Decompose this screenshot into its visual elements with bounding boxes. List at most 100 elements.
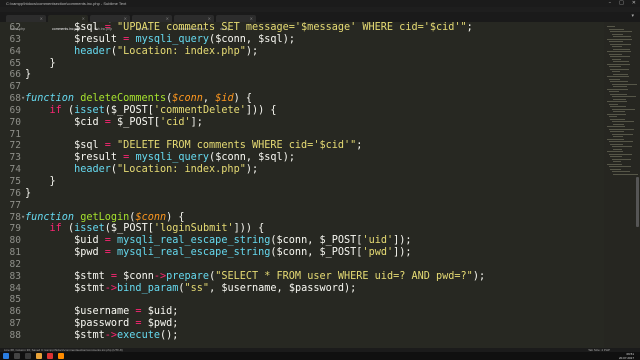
code-line[interactable]: 62 $sql = "UPDATE comments SET message='… — [0, 22, 604, 34]
line-number: 79 — [9, 223, 21, 235]
minimap-line — [613, 73, 628, 75]
minimap-line — [613, 36, 631, 37]
clock[interactable]: 09:51 20.07.2017 — [619, 352, 634, 360]
code-text: function deleteComments($conn, $id) { — [25, 93, 252, 105]
tab-close-icon[interactable]: × — [166, 15, 169, 22]
code-line[interactable]: 76} — [0, 188, 604, 200]
file-explorer-icon[interactable] — [36, 353, 42, 359]
minimap-line — [607, 151, 623, 152]
line-number: 71 — [9, 128, 21, 140]
code-line[interactable]: 85 — [0, 294, 604, 306]
sublime-text-icon[interactable] — [58, 353, 64, 359]
code-line[interactable]: 87 $password = $pwd; — [0, 318, 604, 330]
line-number: 64 — [9, 45, 21, 57]
code-line[interactable]: 68 ▾ function deleteComments($conn, $id) { — [0, 93, 604, 105]
code-text: header("Location: index.php"); — [74, 45, 259, 57]
minimap-line — [608, 78, 620, 80]
minimap-line — [607, 63, 630, 65]
browser-icon[interactable] — [47, 353, 53, 359]
minimap-line — [610, 31, 632, 32]
code-line[interactable]: 82 — [0, 259, 604, 271]
line-number: 81 — [9, 247, 21, 259]
code-line[interactable]: 70 $cid = $_POST['cid']; — [0, 117, 604, 129]
tab-3[interactable]: style.css × — [132, 15, 172, 31]
tab-2[interactable]: dbh.inc.php × — [90, 15, 130, 31]
code-text: } — [25, 69, 32, 81]
code-line[interactable]: 65 } — [0, 58, 604, 70]
code-line[interactable]: 84 $stmt->bind_param("ss", $username, $p… — [0, 283, 604, 295]
tab-bar: index.php × comments.inc.php × dbh.inc.php × s… — [0, 12, 640, 31]
minimap-line — [607, 163, 622, 165]
search-icon[interactable] — [14, 353, 20, 359]
minimap-line — [608, 116, 617, 117]
minimap-line — [611, 121, 634, 122]
window-title: C:\xampp\htdocs\commentsection\comments.… — [6, 1, 127, 6]
minimap-line — [607, 101, 627, 102]
minimap-line — [611, 33, 623, 35]
code-text: function getLogin($conn) { — [25, 211, 185, 223]
tab-1[interactable]: comments.inc.php × — [48, 15, 88, 31]
code-text: $result = mysqli_query($conn, $sql); — [74, 152, 295, 164]
line-number: 68 — [9, 93, 21, 105]
code-line[interactable]: 75 } — [0, 176, 604, 188]
tab-5[interactable]: db.sql × — [216, 15, 256, 31]
minimap-line — [608, 91, 619, 92]
windows-start-icon[interactable] — [3, 353, 9, 359]
line-number: 84 — [9, 282, 21, 294]
minimap-line — [610, 106, 626, 107]
minimize-button[interactable]: – — [609, 0, 612, 7]
tab-close-icon[interactable]: × — [124, 15, 127, 22]
tab-close-icon[interactable]: × — [40, 15, 43, 22]
minimap[interactable] — [604, 22, 640, 348]
minimap-line — [607, 113, 626, 115]
minimap-line — [611, 58, 621, 60]
minimap-line — [608, 141, 633, 142]
minimap-line — [610, 131, 624, 132]
code-text: $stmt->execute(); — [74, 329, 179, 341]
minimap-line — [607, 88, 628, 90]
code-line[interactable]: 64 header("Location: index.php"); — [0, 46, 604, 58]
code-line[interactable]: 77 — [0, 200, 604, 212]
tab-close-icon[interactable]: × — [208, 15, 211, 22]
code-line[interactable]: 83 $stmt = $conn->prepare("SELECT * FROM… — [0, 271, 604, 283]
code-line[interactable]: 73 $result = mysqli_query($conn, $sql); — [0, 152, 604, 164]
scrollbar-thumb[interactable] — [636, 177, 639, 227]
code-line[interactable]: 81 $pwd = mysqli_real_escape_string($con… — [0, 247, 604, 259]
minimap-line — [611, 158, 631, 160]
clock-date: 20.07.2017 — [618, 356, 634, 360]
tab-close-icon[interactable]: × — [250, 15, 253, 22]
code-line[interactable]: 86 $username = $uid; — [0, 306, 604, 318]
code-line[interactable]: 80 $uid = mysqli_real_escape_string($con… — [0, 235, 604, 247]
code-line[interactable]: 66} — [0, 69, 604, 81]
minimap-line — [610, 56, 630, 57]
code-line[interactable]: 67 — [0, 81, 604, 93]
code-line[interactable]: 63 $result = mysqli_query($conn, $sql); — [0, 34, 604, 46]
code-text: $result = mysqli_query($conn, $sql); — [74, 33, 295, 45]
code-editor[interactable]: 62 $sql = "UPDATE comments SET message='… — [0, 22, 604, 348]
line-number: 77 — [9, 199, 21, 211]
tab-4[interactable]: editcomment.php × — [174, 15, 214, 31]
close-button[interactable]: ✕ — [632, 0, 636, 7]
code-line[interactable]: 74 header("Location: index.php"); — [0, 164, 604, 176]
code-line[interactable]: 79 if (isset($_POST['loginSubmit'])) { — [0, 223, 604, 235]
chevron-down-icon[interactable]: ▾ — [631, 13, 634, 19]
line-number: 69 — [9, 104, 21, 116]
line-number: 87 — [9, 318, 21, 330]
minimap-line — [611, 133, 633, 135]
line-number: 75 — [9, 175, 21, 187]
code-text: $stmt->bind_param("ss", $username, $pass… — [74, 282, 357, 294]
task-view-icon[interactable] — [25, 353, 31, 359]
minimap-line — [608, 153, 632, 155]
minimap-line — [610, 156, 622, 157]
minimap-line — [610, 81, 628, 82]
code-line[interactable]: 88 $stmt->execute(); — [0, 330, 604, 342]
maximize-button[interactable]: □ — [619, 0, 624, 7]
tab-0[interactable]: index.php × — [6, 15, 46, 31]
code-line[interactable]: 72 $sql = "DELETE FROM comments WHERE ci… — [0, 140, 604, 152]
code-line[interactable]: 69 if (isset($_POST['commentDelete'])) { — [0, 105, 604, 117]
line-number: 86 — [9, 306, 21, 318]
code-line[interactable]: 78 ▾ function getLogin($conn) { — [0, 212, 604, 224]
code-line[interactable]: 71 — [0, 129, 604, 141]
line-number: 72 — [9, 140, 21, 152]
tab-close-icon[interactable]: × — [82, 15, 85, 22]
